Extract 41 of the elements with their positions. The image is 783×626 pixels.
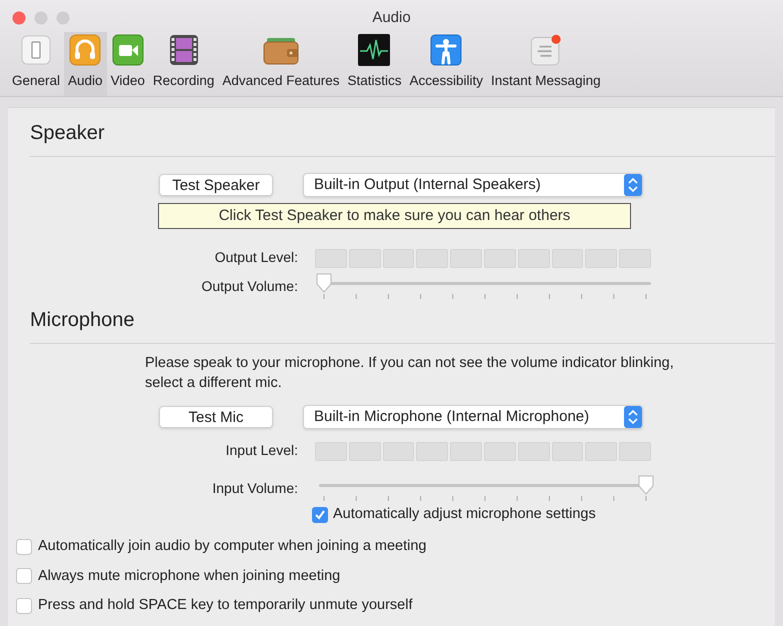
checkbox-label: Press and hold SPACE key to temporarily unmute yourself	[38, 596, 412, 616]
field-label: Input Level:	[226, 442, 298, 458]
field-label: Output Level:	[214, 249, 298, 265]
device-dropdown[interactable]: Built-in Output (Internal Speakers)	[303, 173, 643, 197]
window-title: Audio	[372, 8, 411, 28]
checkbox-label: Always mute microphone when joining meeting	[38, 566, 340, 586]
headphones-icon	[68, 32, 102, 67]
toolbar-tab[interactable]: Accessibility	[406, 32, 488, 96]
checkbox-label: Automatically join audio by computer when joining a meeting	[38, 536, 426, 556]
section-heading: Speaker	[30, 122, 104, 144]
minimize-icon[interactable]	[34, 11, 48, 25]
accessibility-icon	[429, 32, 464, 67]
checkbox[interactable]	[16, 598, 32, 614]
close-icon[interactable]	[12, 11, 26, 25]
section-heading: Microphone	[30, 309, 135, 331]
tooltip: Click Test Speaker to make sure you can hear others	[158, 203, 631, 229]
video-camera-icon	[110, 32, 145, 67]
toolbar-tab[interactable]: Instant Messaging	[487, 32, 605, 96]
waveform-monitor-icon	[357, 32, 392, 67]
toolbar-tab[interactable]: Statistics	[343, 32, 406, 96]
hint-text: Please speak to your microphone. If you can not see the volume indicator blinking, select a different mic.	[145, 354, 675, 393]
device-dropdown[interactable]: Built-in Microphone (Internal Microphone)	[303, 405, 643, 429]
toolbar-tab[interactable]: Recording	[148, 32, 218, 96]
switch-icon	[19, 32, 54, 67]
stepper-arrows-icon	[624, 174, 642, 196]
toolbar-tab[interactable]: Video	[106, 32, 149, 96]
checkbox[interactable]	[16, 568, 32, 584]
toolbar-tab[interactable]: General	[8, 32, 64, 96]
field-label: Input Volume:	[212, 480, 298, 496]
toolbar-tab[interactable]: Audio	[64, 32, 107, 96]
checkbox-label: Automatically adjust microphone settings	[333, 505, 596, 524]
slider-thumb[interactable]	[315, 273, 333, 293]
field-label: Output Volume:	[201, 278, 298, 294]
toolbar-tab[interactable]: Advanced Features	[218, 32, 344, 96]
test-button[interactable]: Test Mic	[159, 406, 273, 428]
checkbox[interactable]	[16, 538, 32, 555]
test-button[interactable]: Test Speaker	[159, 174, 273, 196]
stepper-arrows-icon	[624, 406, 642, 428]
slider-thumb[interactable]	[637, 475, 655, 495]
checkbox[interactable]	[312, 506, 328, 523]
zoom-icon[interactable]	[56, 11, 70, 25]
